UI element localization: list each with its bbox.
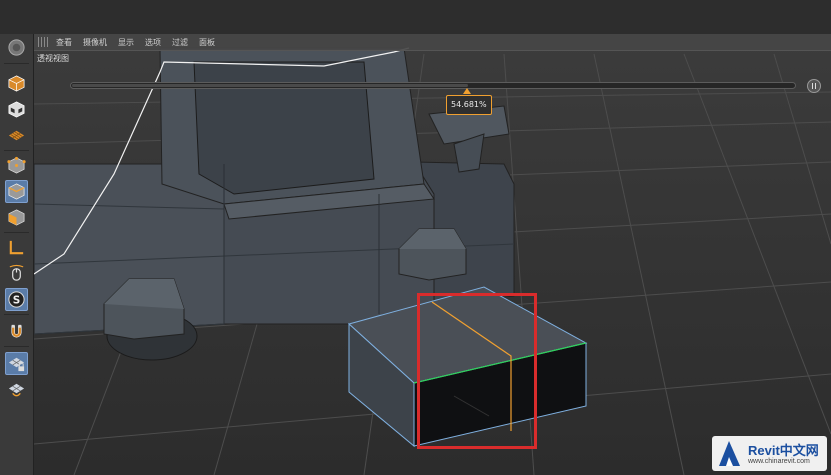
solo-mode-icon[interactable]: S [5,288,28,311]
tweak-mode-icon[interactable] [5,262,28,285]
menu-camera[interactable]: 摄像机 [83,37,107,48]
top-strip [0,0,831,34]
polygons-mode-icon[interactable] [5,206,28,229]
viewport-label: 透视视图 [37,54,69,63]
planar-workplane-icon[interactable] [5,378,28,401]
toolbar-divider [4,232,29,233]
snap-icon[interactable] [5,320,28,343]
slider-pause-icon[interactable] [807,79,821,93]
menubar-grip-icon[interactable] [38,37,48,47]
left-toolbar: S [0,34,34,475]
toolbar-divider [4,314,29,315]
workplane-lock-icon[interactable] [5,352,28,375]
edges-mode-icon[interactable] [5,180,28,203]
app-logo-icon[interactable] [5,36,28,59]
points-mode-icon[interactable] [5,154,28,177]
revit-logo-icon [719,441,740,466]
viewport-menubar: 查看 摄像机 显示 选项 过滤 面板 [34,34,831,51]
menu-view[interactable]: 查看 [56,37,72,48]
annotation-highlight-box [417,293,537,449]
menu-filter[interactable]: 过滤 [172,37,188,48]
slider-thumb[interactable] [463,88,471,94]
toolbar-divider [4,346,29,347]
svg-text:S: S [13,294,21,306]
toolbar-divider [4,63,29,64]
texture-mode-icon[interactable] [5,98,28,121]
slider-fill [72,84,468,87]
perspective-viewport[interactable]: 查看 摄像机 显示 选项 过滤 面板 透视视图 54.681% [34,34,831,475]
menu-display[interactable]: 显示 [118,37,134,48]
toolbar-divider [4,150,29,151]
slider-value-tooltip: 54.681% [446,95,492,115]
menu-panel[interactable]: 面板 [199,37,215,48]
watermark-brand: Revit中文网 [748,443,819,458]
workplane-mode-icon[interactable] [5,124,28,147]
cut-position-slider[interactable] [70,82,796,89]
model-mode-icon[interactable] [5,72,28,95]
menu-options[interactable]: 选项 [145,37,161,48]
watermark-url: www.chinarevit.com [748,458,810,465]
axis-mode-icon[interactable] [5,236,28,259]
watermark: Revit中文网 www.chinarevit.com [712,436,827,471]
